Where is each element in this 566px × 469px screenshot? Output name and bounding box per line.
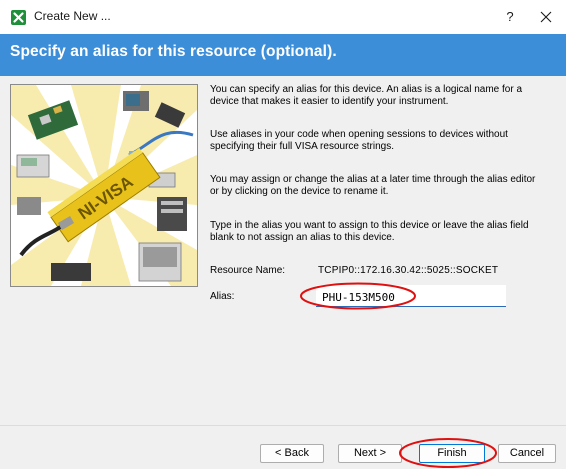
description-paragraph: Use aliases in your code when opening se… (210, 129, 508, 152)
description-paragraph: You can specify an alias for this device… (210, 84, 523, 107)
close-button[interactable] (534, 6, 558, 28)
resource-name-label: Resource Name: (210, 265, 286, 276)
back-button[interactable]: < Back (260, 444, 324, 463)
window-title: Create New ... (34, 9, 111, 23)
alias-input[interactable] (316, 285, 506, 307)
app-icon (11, 10, 26, 25)
help-button[interactable]: ? (498, 6, 522, 28)
dialog-body: NI-VISA You can specify an alias for thi… (0, 76, 566, 425)
finish-button[interactable]: Finish (419, 444, 485, 463)
create-new-dialog: Create New ... ? Specify an alias for th… (0, 0, 566, 469)
alias-label: Alias: (210, 291, 235, 302)
cancel-button[interactable]: Cancel (498, 444, 556, 463)
title-bar: Create New ... ? (0, 0, 566, 34)
resource-name-value: TCPIP0::172.16.30.42::5025::SOCKET (318, 265, 499, 276)
ni-visa-illustration: NI-VISA (10, 84, 198, 287)
description-paragraph: You may assign or change the alias at a … (210, 174, 536, 197)
header-banner: Specify an alias for this resource (opti… (0, 34, 566, 76)
button-bar: < Back Next > Finish Cancel (0, 425, 566, 469)
page-title: Specify an alias for this resource (opti… (10, 43, 337, 60)
description-paragraph: Type in the alias you want to assign to … (210, 220, 529, 243)
close-icon (540, 11, 552, 23)
next-button[interactable]: Next > (338, 444, 402, 463)
